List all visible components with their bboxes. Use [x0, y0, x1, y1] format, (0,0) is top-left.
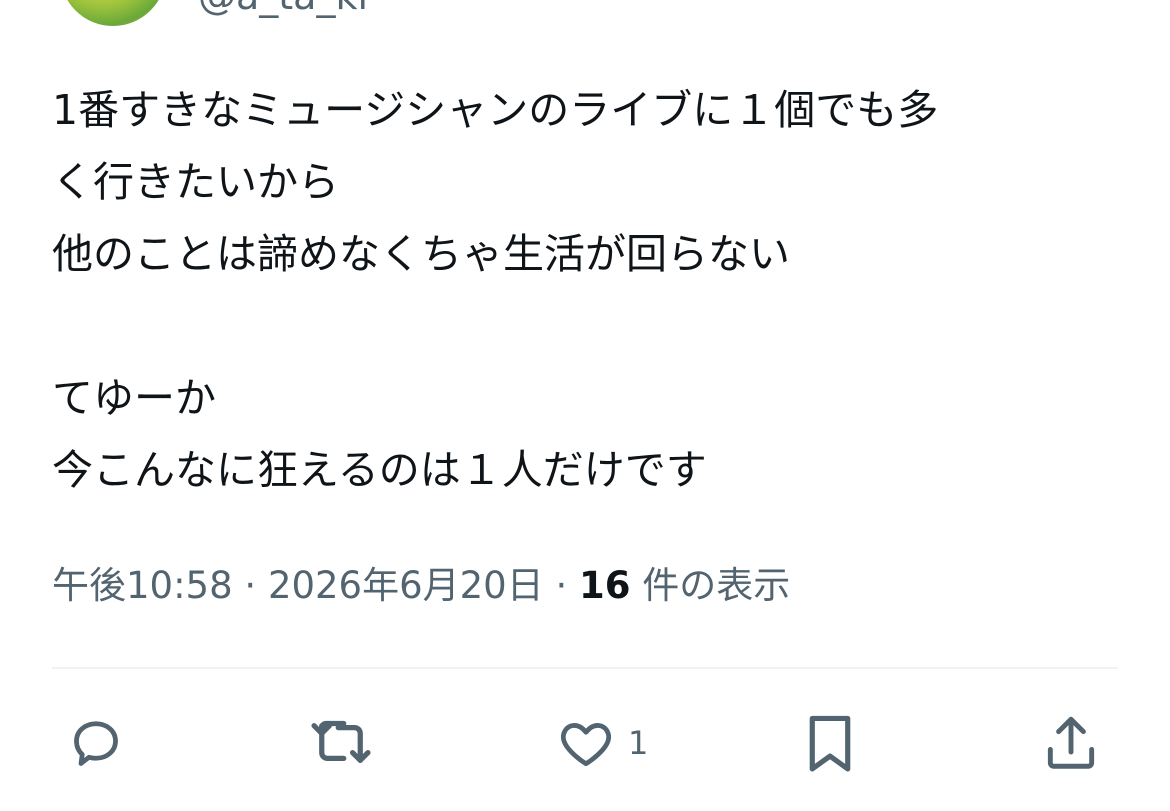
tweet-text-line: く行きたいから: [52, 158, 339, 206]
retweet-button[interactable]: [308, 708, 374, 778]
divider: [52, 667, 1118, 669]
action-bar: 1: [0, 708, 1170, 778]
bookmark-icon: [800, 710, 860, 776]
tweet-text-line: [52, 290, 1132, 362]
views-count[interactable]: 16: [579, 564, 631, 607]
tweet-text: 1番すきなミュージシャンのライブに１個でも多 く行きたいから 他のことは諦めなく…: [52, 74, 1132, 506]
views-label[interactable]: 件の表示: [631, 564, 790, 607]
tweet-text-line: 他のことは諦めなくちゃ生活が回らない: [52, 230, 790, 278]
tweet-text-line: てゆーか: [52, 374, 216, 422]
avatar[interactable]: [60, 0, 166, 26]
tweet-text-line: 1番すきなミュージシャンのライブに１個でも多: [52, 86, 939, 134]
heart-icon: [556, 713, 616, 773]
meta-separator: ·: [232, 564, 268, 607]
reply-button[interactable]: [66, 708, 126, 778]
retweet-icon: [308, 710, 374, 776]
tweet-time[interactable]: 午後10:58: [52, 564, 233, 607]
share-button[interactable]: [1040, 708, 1102, 778]
bookmark-button[interactable]: [800, 708, 860, 778]
author-handle[interactable]: @a_ta_ki: [198, 0, 368, 20]
tweet-meta: 午後10:58 · 2026年6月20日 · 16 件の表示: [52, 560, 790, 612]
share-icon: [1040, 710, 1102, 776]
tweet-date[interactable]: 2026年6月20日: [268, 564, 544, 607]
like-count: 1: [628, 724, 649, 762]
meta-separator: ·: [543, 564, 580, 607]
like-button[interactable]: 1: [556, 708, 648, 778]
reply-icon: [66, 713, 126, 773]
tweet-text-line: 今こんなに狂えるのは１人だけです: [52, 446, 707, 494]
